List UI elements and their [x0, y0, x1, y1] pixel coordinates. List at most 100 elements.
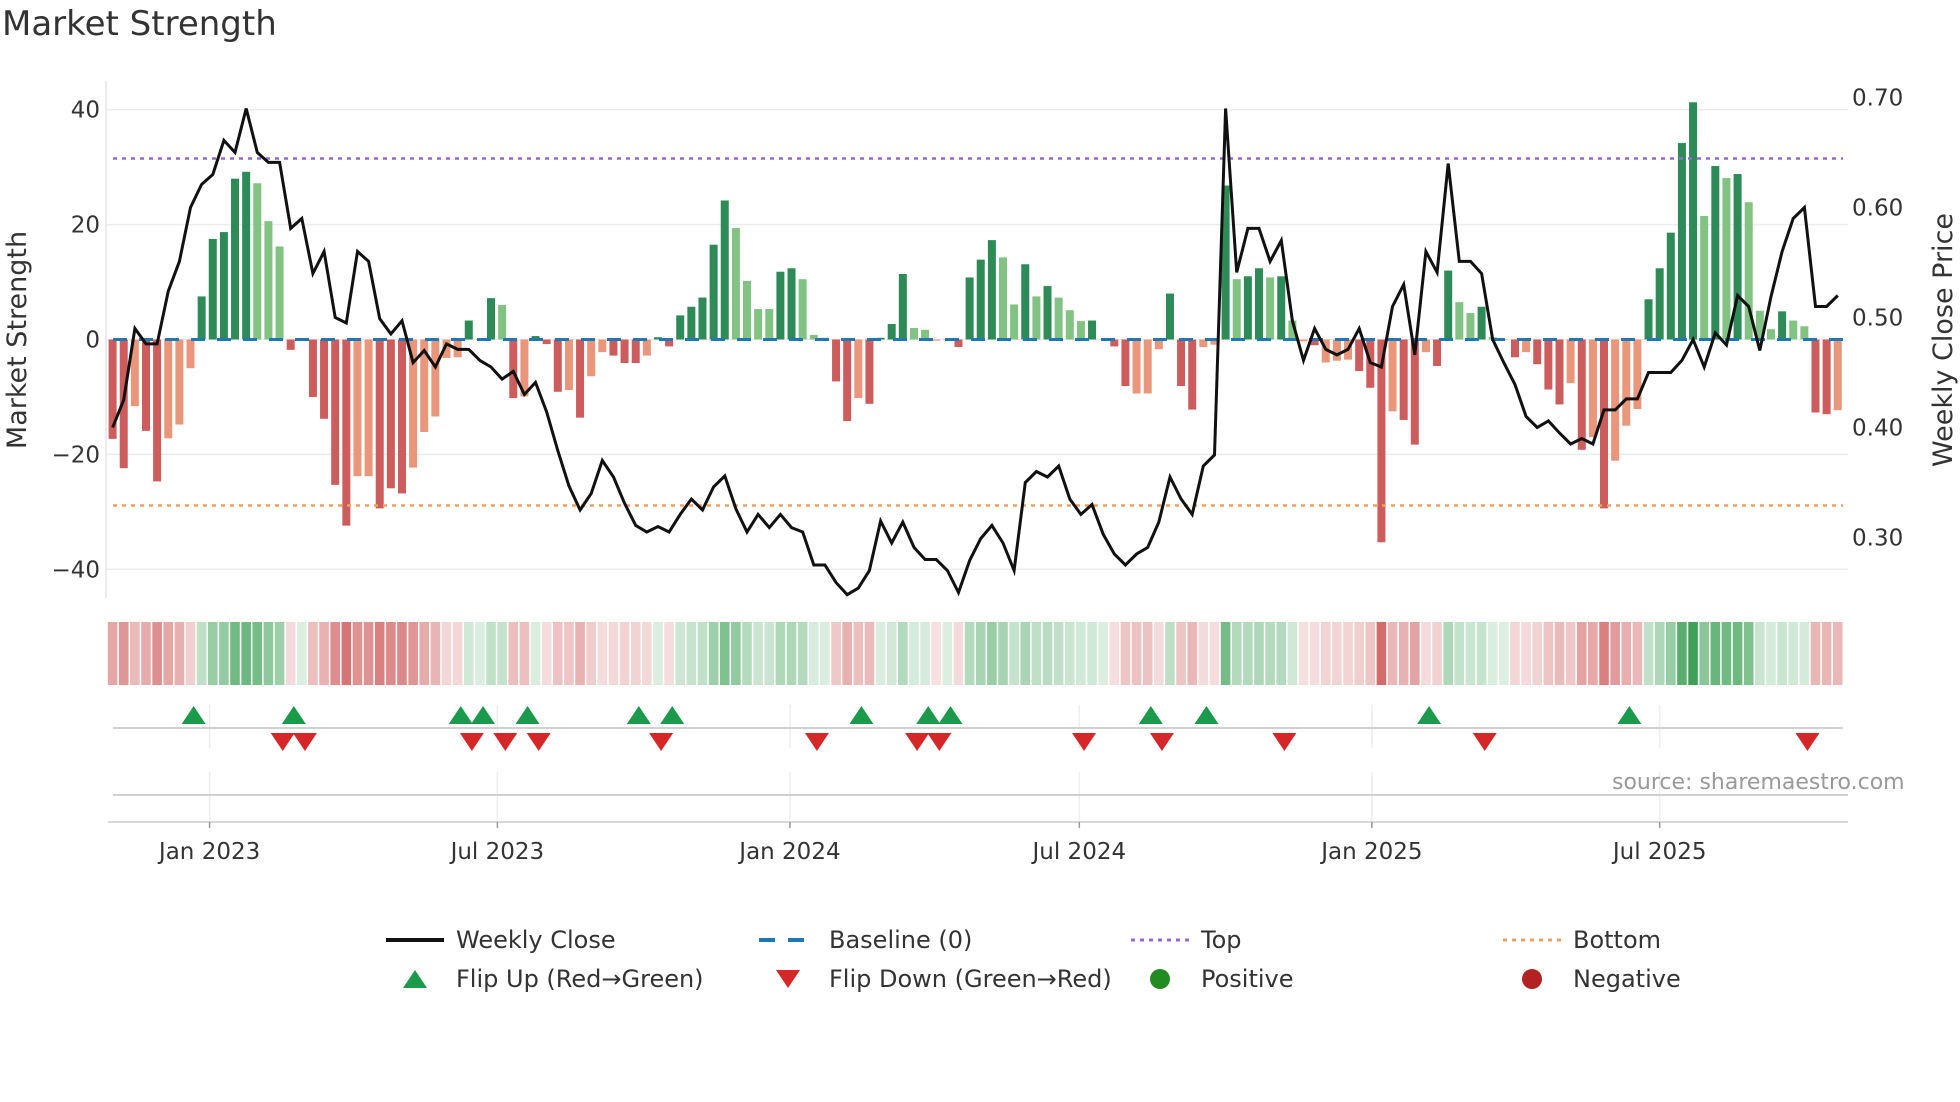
- heat-cell: [909, 622, 919, 685]
- strength-bar: [1177, 339, 1186, 387]
- strength-bar: [331, 339, 340, 485]
- flip-up-marker: [181, 706, 206, 724]
- legend-label: Flip Down (Green→Red): [829, 965, 1112, 993]
- y-tick-label: 40: [71, 98, 100, 124]
- x-tick-label: Jul 2024: [1031, 839, 1127, 865]
- heat-cell: [1454, 622, 1465, 685]
- heat-cell: [1421, 622, 1431, 685]
- heat-cell: [1154, 622, 1164, 685]
- strength-bar: [197, 296, 206, 340]
- heat-cell: [686, 622, 697, 685]
- strength-bar: [1455, 302, 1464, 340]
- x-tick-label: Jan 2025: [1319, 839, 1422, 865]
- heat-cell: [297, 622, 307, 685]
- y2-tick-label: 0.50: [1852, 306, 1903, 332]
- heat-cell: [553, 622, 563, 685]
- x-tick-label: Jan 2023: [157, 839, 260, 865]
- heat-cell: [1755, 622, 1765, 685]
- heat-cell: [1020, 622, 1031, 685]
- legend-label: Weekly Close: [456, 926, 616, 954]
- strength-bar: [1666, 232, 1675, 340]
- strength-bar: [1689, 102, 1698, 340]
- strength-bar: [1611, 339, 1620, 461]
- heat-cell: [1632, 622, 1643, 685]
- strength-bar: [1677, 143, 1686, 340]
- heat-cell: [1031, 622, 1042, 685]
- heat-cell: [1298, 622, 1309, 685]
- flip-down-marker: [927, 733, 952, 751]
- heat-cell: [775, 622, 786, 685]
- strength-bar: [1700, 215, 1709, 340]
- strength-bar: [709, 244, 718, 340]
- legend-flip-down: Flip Down (Green→Red): [759, 961, 1112, 997]
- heat-cell: [742, 622, 752, 685]
- strength-bar: [1332, 339, 1341, 361]
- strength-bar: [576, 339, 585, 418]
- heat-cell: [1599, 622, 1609, 685]
- strength-bar: [731, 228, 740, 340]
- heat-cell: [497, 622, 507, 685]
- strength-bar: [364, 339, 373, 477]
- heat-cell: [1743, 622, 1754, 685]
- legend-baseline: Baseline (0): [759, 922, 972, 958]
- triangle-up-icon: [386, 969, 444, 989]
- strength-bar: [587, 339, 596, 377]
- heat-cell: [1465, 622, 1476, 685]
- heat-cell: [1432, 622, 1442, 685]
- strength-bar: [1076, 321, 1085, 340]
- strength-bar: [1577, 339, 1586, 450]
- strength-bar: [676, 315, 685, 340]
- strength-bar: [1143, 339, 1152, 394]
- y-tick-label: −40: [51, 557, 100, 583]
- heat-cell: [786, 622, 797, 685]
- heat-cell: [152, 622, 162, 685]
- strength-bar: [1544, 339, 1553, 390]
- strength-bar: [264, 221, 273, 340]
- heat-cell: [886, 622, 897, 685]
- heat-cell: [508, 622, 519, 685]
- heat-cell: [808, 622, 819, 685]
- strength-bars: [108, 102, 1842, 543]
- heat-cell: [586, 622, 596, 685]
- heat-cell: [1476, 622, 1487, 685]
- heat-cell: [1131, 622, 1142, 685]
- flip-up-marker: [1417, 706, 1442, 724]
- flip-down-marker: [459, 733, 484, 751]
- heat-cell: [898, 622, 908, 685]
- heat-cell: [575, 622, 585, 685]
- strength-bar: [153, 339, 162, 482]
- flip-down-marker: [526, 733, 551, 751]
- strength-bar: [386, 339, 395, 489]
- heat-cell: [363, 622, 374, 685]
- dashed-line-icon: [759, 930, 817, 950]
- heat-cell: [530, 622, 541, 685]
- heat-cell: [875, 622, 886, 685]
- strength-bar: [687, 306, 696, 340]
- dotted-line-icon: [1503, 930, 1561, 950]
- heat-cell: [163, 622, 174, 685]
- strength-bar: [1722, 178, 1731, 340]
- heat-cell: [1120, 622, 1131, 685]
- strength-bar: [1510, 339, 1519, 358]
- heat-cell: [864, 622, 875, 685]
- strength-bar: [342, 339, 351, 526]
- heat-cell: [1821, 622, 1832, 685]
- flip-down-marker: [1272, 733, 1297, 751]
- heat-cell: [1588, 622, 1598, 685]
- heat-cell: [541, 622, 552, 685]
- y2-tick-label: 0.70: [1852, 86, 1903, 112]
- heat-cell: [386, 622, 396, 685]
- strength-bar: [553, 339, 562, 392]
- heat-cell: [608, 622, 619, 685]
- heat-cell: [1165, 622, 1175, 685]
- strength-bar: [909, 328, 918, 340]
- strength-bar: [353, 339, 362, 477]
- heat-cell: [107, 622, 118, 685]
- strength-bar: [320, 339, 329, 419]
- strength-bar: [987, 240, 996, 340]
- strength-bar: [431, 339, 440, 417]
- strength-bar: [1232, 279, 1241, 340]
- strength-bar: [1522, 339, 1531, 353]
- heat-cell: [820, 622, 830, 685]
- heat-cell: [987, 622, 997, 685]
